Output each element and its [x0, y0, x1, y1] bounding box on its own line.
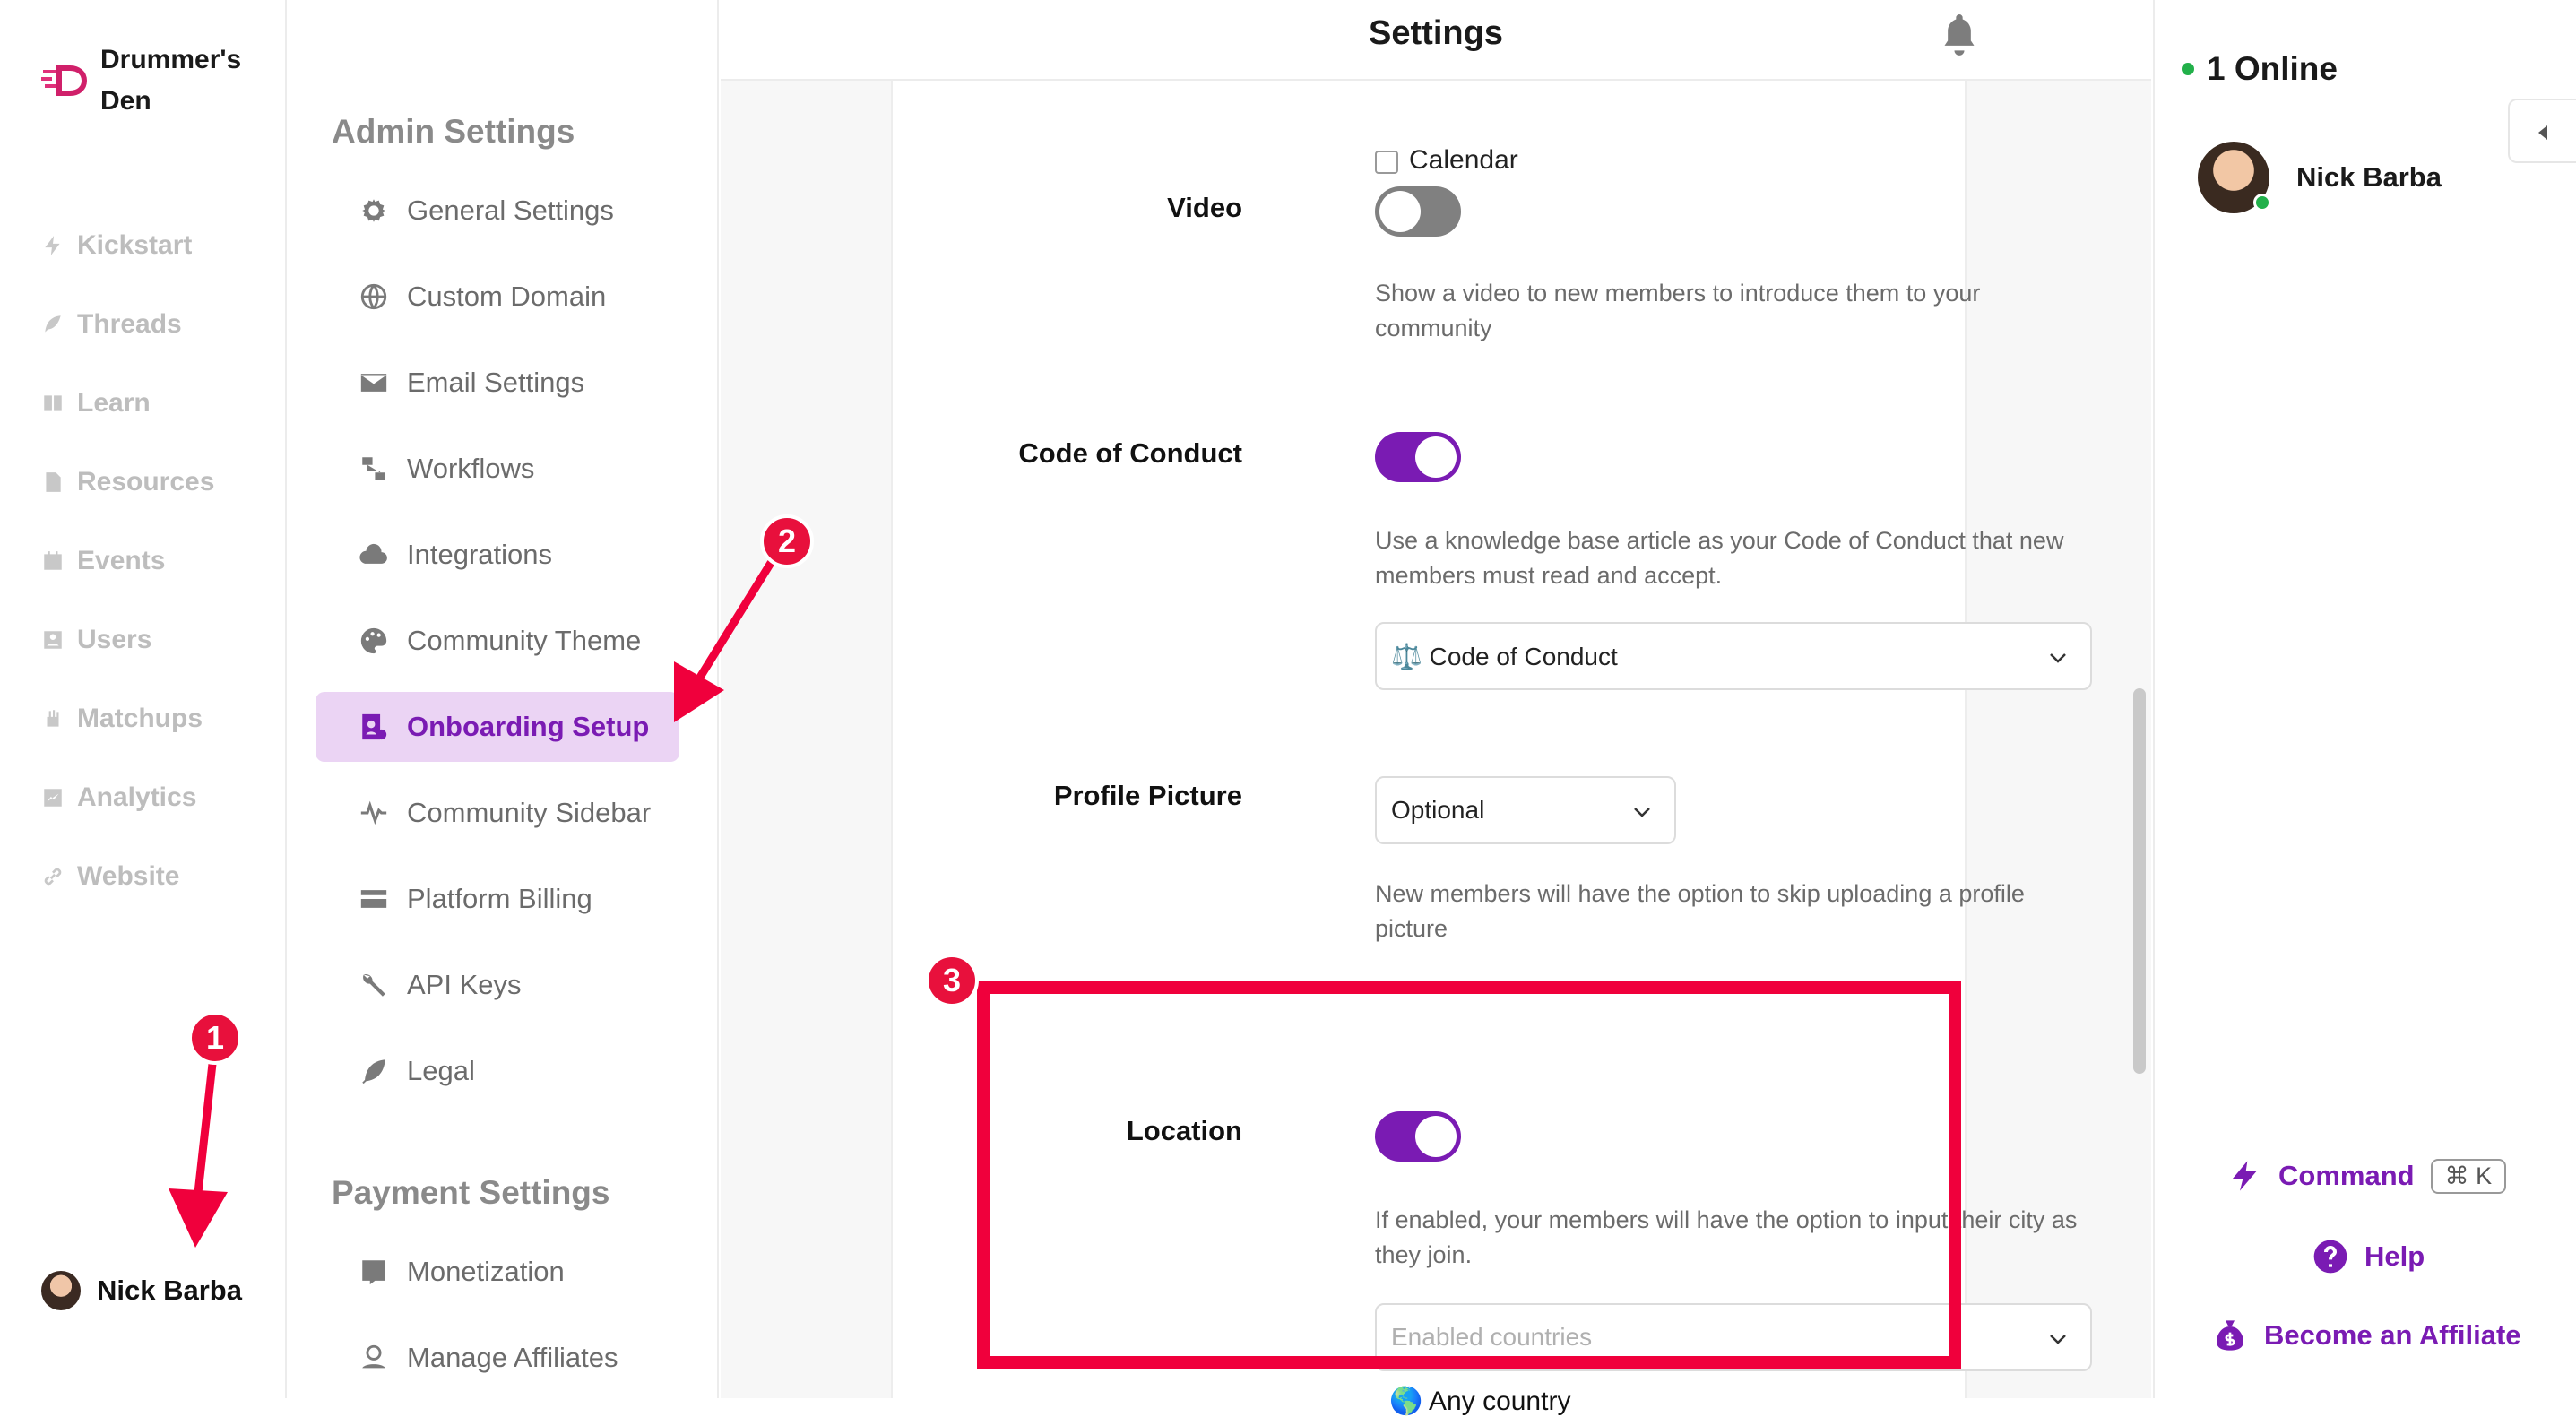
- online-dot-icon: [2182, 63, 2194, 75]
- settings-item-custom-domain[interactable]: Custom Domain: [316, 262, 679, 332]
- calendar-checkbox-row[interactable]: Calendar: [1375, 147, 1518, 174]
- globe-icon: [360, 283, 387, 310]
- nav-item-matchups[interactable]: Matchups: [41, 699, 203, 739]
- become-affiliate-button[interactable]: Become an Affiliate: [2212, 1318, 2521, 1353]
- settings-item-email[interactable]: Email Settings: [316, 348, 679, 418]
- book-icon: [44, 395, 62, 411]
- page-title: Settings: [1369, 14, 1503, 52]
- chevron-down-icon: [2050, 653, 2066, 663]
- nav-item-learn[interactable]: Learn: [41, 384, 151, 423]
- nav-item-website[interactable]: Website: [41, 857, 179, 896]
- top-bar: Settings: [721, 0, 2151, 81]
- video-label: Video: [1167, 192, 1242, 223]
- code-of-conduct-label: Code of Conduct: [1018, 437, 1242, 469]
- left-nav: Drummer's Den Kickstart Threads Learn Re…: [0, 0, 287, 1398]
- hand-icon: [47, 710, 59, 727]
- cloud-icon: [359, 543, 387, 564]
- video-description: Show a video to new members to introduce…: [1375, 280, 1981, 341]
- gear-icon: [362, 199, 385, 222]
- admin-settings-title: Admin Settings: [332, 113, 575, 150]
- chevron-down-icon: [1634, 808, 1650, 817]
- help-icon: [2313, 1240, 2347, 1274]
- brand-name: Drummer's Den: [100, 45, 242, 116]
- workflow-icon: [362, 457, 385, 480]
- code-of-conduct-toggle[interactable]: [1375, 432, 1461, 482]
- collapse-panel-button[interactable]: [2508, 99, 2576, 163]
- calendar-icon: [44, 551, 62, 570]
- bell-icon[interactable]: [1940, 11, 1979, 57]
- code-of-conduct-select[interactable]: ⚖️ Code of Conduct: [1375, 622, 2092, 690]
- settings-item-community-sidebar[interactable]: Community Sidebar: [316, 778, 679, 848]
- online-member-name: Nick Barba: [2296, 161, 2442, 193]
- settings-item-onboarding-setup[interactable]: Onboarding Setup: [316, 692, 679, 762]
- settings-item-workflows[interactable]: Workflows: [316, 434, 679, 504]
- nav-item-users[interactable]: Users: [41, 620, 151, 660]
- settings-item-community-theme[interactable]: Community Theme: [316, 606, 679, 676]
- bolt-icon: [45, 236, 60, 255]
- right-panel: 1 Online Nick Barba Command ⌘ K Help Bec…: [2153, 0, 2576, 1398]
- settings-item-monetization[interactable]: Monetization: [316, 1237, 679, 1307]
- settings-item-api-keys[interactable]: API Keys: [316, 950, 679, 1020]
- online-member[interactable]: Nick Barba: [2198, 142, 2442, 213]
- scrollbar[interactable]: [2133, 688, 2146, 1074]
- brand-logo-icon: [41, 65, 88, 96]
- online-count: 1 Online: [2182, 50, 2338, 88]
- nav-item-events[interactable]: Events: [41, 541, 165, 581]
- nav-item-kickstart[interactable]: Kickstart: [41, 226, 192, 265]
- current-user-name: Nick Barba: [97, 1274, 242, 1306]
- payment-settings-title: Payment Settings: [332, 1174, 610, 1211]
- avatar: [41, 1271, 81, 1310]
- onboarding-icon: [362, 713, 387, 740]
- profile-picture-label: Profile Picture: [1053, 780, 1242, 811]
- nav-item-resources[interactable]: Resources: [41, 462, 214, 502]
- palette-icon: [360, 627, 387, 654]
- current-user[interactable]: Nick Barba: [41, 1271, 242, 1310]
- nav-item-analytics[interactable]: Analytics: [41, 778, 196, 817]
- money-bag-icon: [2217, 1320, 2243, 1351]
- settings-item-general[interactable]: General Settings: [316, 176, 679, 246]
- video-toggle[interactable]: [1375, 186, 1461, 237]
- affiliate-icon: [362, 1344, 385, 1369]
- document-icon: [46, 472, 61, 492]
- user-card-icon: [44, 631, 62, 649]
- chevron-down-icon: [2050, 1335, 2066, 1344]
- caret-left-icon: [2538, 125, 2547, 140]
- credit-card-icon: [360, 890, 387, 908]
- command-button[interactable]: Command ⌘ K: [2226, 1158, 2507, 1194]
- any-country-tag: 🌎 Any country: [1389, 1387, 1571, 1416]
- settings-item-manage-affiliates[interactable]: Manage Affiliates: [316, 1323, 679, 1393]
- bolt-icon: [2232, 1161, 2257, 1191]
- pulse-icon: [360, 800, 387, 825]
- link-icon: [44, 868, 62, 886]
- annotation-badge-3: 3: [925, 954, 979, 1007]
- location-highlight-box: [977, 981, 1961, 1369]
- command-shortcut: ⌘ K: [2430, 1158, 2507, 1194]
- wrench-icon: [363, 974, 385, 997]
- online-status-icon: [2253, 194, 2271, 212]
- feather-icon: [45, 315, 61, 333]
- nav-item-threads[interactable]: Threads: [41, 305, 182, 344]
- annotation-badge-1: 1: [188, 1011, 242, 1065]
- settings-item-integrations[interactable]: Integrations: [316, 520, 679, 590]
- avatar: [2198, 142, 2271, 213]
- settings-item-platform-billing[interactable]: Platform Billing: [316, 864, 679, 934]
- brand[interactable]: Drummer's Den: [41, 39, 280, 122]
- money-icon: [362, 1260, 385, 1285]
- envelope-icon: [360, 374, 387, 392]
- code-of-conduct-description: Use a knowledge base article as your Cod…: [1375, 527, 2064, 589]
- profile-picture-select[interactable]: Optional: [1375, 776, 1676, 844]
- calendar-checkbox[interactable]: [1375, 151, 1398, 174]
- profile-picture-description: New members will have the option to skip…: [1375, 880, 2025, 942]
- settings-nav: Admin Settings General Settings Custom D…: [289, 0, 719, 1398]
- chart-icon: [44, 789, 62, 807]
- quill-icon: [362, 1059, 385, 1084]
- settings-item-legal[interactable]: Legal: [316, 1036, 679, 1106]
- annotation-badge-2: 2: [760, 514, 814, 568]
- help-button[interactable]: Help: [2312, 1239, 2425, 1274]
